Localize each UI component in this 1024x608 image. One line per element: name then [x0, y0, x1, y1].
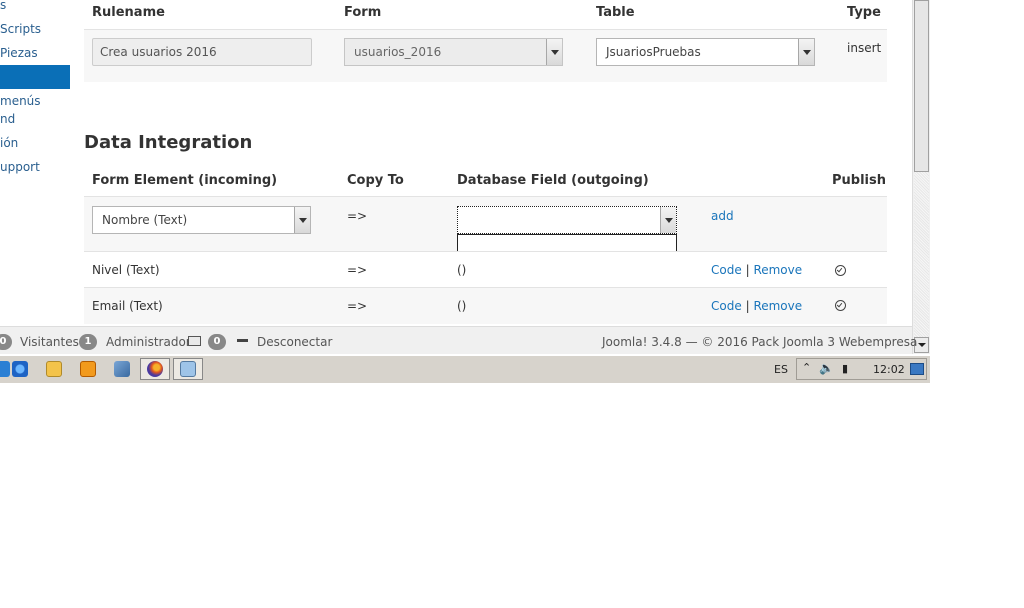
sidebar-item-ion[interactable]: ión	[0, 135, 18, 151]
db-field-select[interactable]	[457, 206, 677, 234]
section-title: Data Integration	[84, 132, 253, 153]
firefox-taskbar-button[interactable]	[140, 358, 170, 380]
action-separator: |	[745, 263, 750, 277]
explorer-icon[interactable]	[46, 361, 62, 377]
header-type: Type	[847, 5, 881, 20]
form-select[interactable]: usuarios_2016	[344, 38, 563, 66]
tools-icon[interactable]	[114, 361, 130, 377]
sidebar: s Scripts Piezas menús nd ión upport	[0, 0, 70, 326]
messages-count-badge: 0	[208, 334, 226, 350]
header-table: Table	[596, 5, 635, 20]
table-select-value: JsuariosPruebas	[606, 45, 701, 59]
table-select[interactable]: JsuariosPruebas	[596, 38, 815, 66]
published-check-icon[interactable]	[835, 300, 846, 311]
db-field-dropdown-list[interactable]	[457, 234, 677, 252]
remove-link[interactable]: Remove	[753, 299, 802, 313]
sidebar-item-scripts[interactable]: Scripts	[0, 21, 41, 37]
row-actions: Code | Remove	[711, 263, 802, 277]
logout-link[interactable]: Desconectar	[257, 335, 332, 349]
sidebar-item-partial[interactable]: s	[0, 0, 6, 13]
row-element: Nivel (Text)	[92, 263, 160, 277]
chevron-down-icon	[294, 207, 310, 233]
remove-link[interactable]: Remove	[753, 263, 802, 277]
code-link[interactable]: Code	[711, 263, 742, 277]
row-field: ()	[457, 299, 467, 313]
row-arrow: =>	[347, 299, 368, 313]
sidebar-item-nd[interactable]: nd	[0, 111, 15, 127]
version-text: Joomla! 3.4.8 — © 2016 Pack Joomla 3 Web…	[602, 335, 918, 349]
vertical-scrollbar[interactable]	[912, 0, 930, 354]
row-actions: Code | Remove	[711, 299, 802, 313]
sidebar-item-menus[interactable]: menús	[0, 93, 41, 109]
chevron-down-icon	[660, 207, 676, 233]
show-hidden-icons-icon[interactable]: ⌃	[802, 361, 811, 374]
row-element: Email (Text)	[92, 299, 163, 313]
screenshot-area: s Scripts Piezas menús nd ión upport Rul…	[0, 0, 930, 383]
app-icon	[180, 361, 196, 377]
language-indicator[interactable]: ES	[774, 363, 788, 376]
chevron-down-icon	[798, 39, 814, 65]
system-tray: ⌃ 🔈 ▮ 12:02	[796, 358, 927, 380]
rulename-input[interactable]: Crea usuarios 2016	[92, 38, 312, 66]
form-select-value: usuarios_2016	[354, 45, 442, 59]
form-element-select-value: Nombre (Text)	[102, 213, 188, 227]
firefox-icon	[147, 361, 163, 377]
header-copy-to: Copy To	[347, 173, 404, 188]
admin-status-bar: 0 Visitantes 1 Administrador 0 Desconect…	[0, 326, 917, 354]
visitors-count-badge: 0	[0, 334, 12, 350]
app-taskbar-button[interactable]	[173, 358, 203, 380]
add-link[interactable]: add	[711, 209, 734, 223]
admin-label[interactable]: Administrador	[106, 335, 191, 349]
type-value: insert	[847, 41, 882, 55]
sidebar-item-support[interactable]: upport	[0, 159, 40, 175]
show-desktop-icon[interactable]	[910, 363, 924, 375]
published-check-icon[interactable]	[835, 265, 846, 276]
code-link[interactable]: Code	[711, 299, 742, 313]
header-db-field: Database Field (outgoing)	[457, 173, 649, 188]
sidebar-item-active[interactable]	[0, 65, 70, 89]
scrollbar-track[interactable]	[914, 172, 929, 337]
volume-icon[interactable]: 🔈	[819, 361, 834, 375]
header-form: Form	[344, 5, 382, 20]
windows-taskbar: ES ⌃ 🔈 ▮ 12:02	[0, 355, 930, 383]
messages-icon[interactable]	[188, 336, 201, 346]
form-element-select[interactable]: Nombre (Text)	[92, 206, 311, 234]
start-icon[interactable]	[0, 361, 10, 377]
action-separator: |	[745, 299, 750, 313]
sidebar-item-piezas[interactable]: Piezas	[0, 45, 38, 61]
header-publish: Publish	[832, 173, 886, 188]
chevron-down-icon	[546, 39, 562, 65]
scrollbar-thumb[interactable]	[914, 0, 929, 172]
row-field: ()	[457, 263, 467, 277]
visitors-label[interactable]: Visitantes	[20, 335, 79, 349]
row-arrow: =>	[347, 263, 368, 277]
header-form-element: Form Element (incoming)	[92, 173, 278, 188]
admin-count-badge: 1	[79, 334, 97, 350]
copy-arrow: =>	[347, 209, 368, 223]
media-player-icon[interactable]	[80, 361, 96, 377]
ie-icon[interactable]	[12, 361, 28, 377]
divider	[84, 251, 887, 252]
minus-icon	[237, 339, 248, 342]
network-icon[interactable]: ▮	[842, 362, 848, 375]
clock[interactable]: 12:02	[873, 363, 905, 376]
header-rulename: Rulename	[92, 5, 165, 20]
main-content: Rulename Form Table Type Crea usuarios 2…	[70, 0, 912, 326]
